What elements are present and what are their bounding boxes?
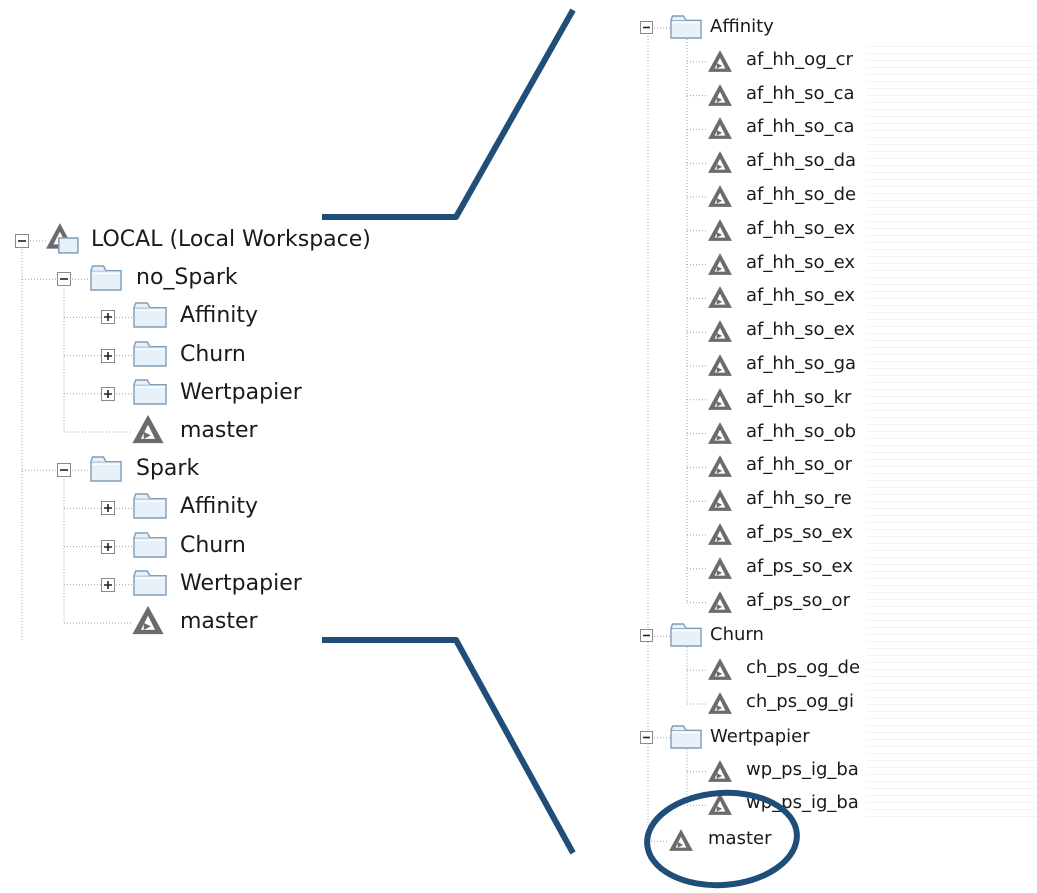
workflow-item-label[interactable]: wp_ps_ig_ba xyxy=(746,761,866,779)
folder-icon xyxy=(90,456,122,485)
workflow-icon xyxy=(707,453,733,482)
group-label-spark[interactable]: Spark xyxy=(136,458,199,480)
no_spark-collapse-toggle[interactable] xyxy=(57,272,71,289)
affinity-collapse-toggle-right[interactable] xyxy=(640,21,653,37)
workflow-icon xyxy=(131,412,165,449)
workspace-icon xyxy=(45,221,79,258)
workflow-icon xyxy=(707,487,733,516)
workflow-item-label[interactable]: af_hh_so_kr xyxy=(746,389,866,407)
wertpapier-expand-toggle[interactable] xyxy=(101,577,115,595)
workflow-icon xyxy=(707,690,733,719)
churn-expand-toggle[interactable] xyxy=(101,348,115,366)
folder-label-affinity[interactable]: Affinity xyxy=(710,18,774,36)
folder-icon xyxy=(670,623,702,650)
workflow-icon xyxy=(707,656,733,685)
root-collapse-toggle[interactable] xyxy=(15,234,29,251)
child-label-churn[interactable]: Churn xyxy=(180,343,246,366)
workflow-icon xyxy=(707,386,733,415)
workflow-item-label[interactable]: af_hh_so_re xyxy=(746,490,866,508)
workflow-item-label[interactable]: af_ps_so_ex xyxy=(746,558,866,576)
folder-icon xyxy=(133,570,167,599)
workflow-icon xyxy=(707,589,733,618)
churn-collapse-toggle-right[interactable] xyxy=(640,629,653,645)
workflow-item-label[interactable]: af_hh_so_ex xyxy=(746,220,866,238)
workflow-item-label[interactable]: af_hh_so_or xyxy=(746,456,866,474)
child-label-affinity[interactable]: Affinity xyxy=(180,305,258,327)
workflow-item-label[interactable]: af_hh_so_da xyxy=(746,152,866,170)
workflow-icon xyxy=(707,758,733,787)
wertpapier-expand-toggle[interactable] xyxy=(101,386,115,404)
workflow-icon xyxy=(707,521,733,550)
affinity-expand-toggle[interactable] xyxy=(101,501,115,518)
folder-icon xyxy=(133,340,167,370)
workflow-icon xyxy=(707,791,733,820)
workflow-item-label[interactable]: af_hh_so_ex xyxy=(746,321,866,339)
folder-icon xyxy=(133,379,167,408)
master-label-right[interactable]: master xyxy=(708,830,771,848)
wertpapier-collapse-toggle-right[interactable] xyxy=(640,730,653,747)
workflow-item-label[interactable]: af_ps_so_ex xyxy=(746,524,866,542)
workflow-item-label[interactable]: af_hh_so_ga xyxy=(746,355,866,373)
folder-icon xyxy=(90,265,122,294)
workflow-item-label[interactable]: af_hh_og_cr xyxy=(746,51,866,69)
child-label-wertpapier[interactable]: Wertpapier xyxy=(180,572,302,595)
churn-expand-toggle[interactable] xyxy=(101,539,115,557)
folder-icon xyxy=(670,15,702,42)
spark-collapse-toggle[interactable] xyxy=(57,463,71,480)
workflow-icon xyxy=(707,183,733,212)
folder-label-wertpapier[interactable]: Wertpapier xyxy=(710,727,810,746)
workflow-item-label[interactable]: ch_ps_og_gi xyxy=(746,693,866,711)
child-label-churn[interactable]: Churn xyxy=(180,534,246,557)
folder-icon xyxy=(133,531,167,561)
workflow-item-label[interactable]: af_ps_so_or xyxy=(746,592,866,610)
workflow-icon xyxy=(131,603,165,640)
folder-icon xyxy=(133,493,167,522)
workflow-icon xyxy=(707,48,733,77)
child-label-master[interactable]: master xyxy=(180,611,258,633)
workspace-tree-zoom-figure: LOCAL (Local Workspace) no_Spark Affinit… xyxy=(0,0,1037,893)
workflow-item-label[interactable]: wp_ps_ig_ba xyxy=(746,794,866,812)
workflow-icon xyxy=(707,115,733,144)
workflow-item-label[interactable]: af_hh_so_ca xyxy=(746,118,866,136)
workflow-icon xyxy=(707,318,733,347)
workflow-item-label[interactable]: ch_ps_og_de xyxy=(746,659,866,677)
group-label-no_spark[interactable]: no_Spark xyxy=(136,267,238,289)
workflow-icon xyxy=(707,149,733,178)
workflow-icon xyxy=(707,555,733,584)
folder-icon xyxy=(133,302,167,331)
workflow-item-label[interactable]: af_hh_so_ex xyxy=(746,287,866,305)
workflow-icon xyxy=(707,217,733,246)
workflow-item-label[interactable]: af_hh_so_de xyxy=(746,186,866,204)
workflow-icon xyxy=(707,420,733,449)
workflow-icon xyxy=(707,251,733,280)
root-label[interactable]: LOCAL (Local Workspace) xyxy=(91,229,371,251)
folder-icon xyxy=(670,725,702,752)
workflow-icon xyxy=(707,82,733,111)
child-label-affinity[interactable]: Affinity xyxy=(180,496,258,518)
workflow-icon xyxy=(668,827,694,856)
workflow-icon xyxy=(707,284,733,313)
workflow-item-label[interactable]: af_hh_so_ca xyxy=(746,85,866,103)
affinity-expand-toggle[interactable] xyxy=(101,310,115,327)
workflow-item-label[interactable]: af_hh_so_ob xyxy=(746,423,866,441)
workflow-item-label[interactable]: af_hh_so_ex xyxy=(746,254,866,272)
folder-label-churn[interactable]: Churn xyxy=(710,626,764,644)
child-label-wertpapier[interactable]: Wertpapier xyxy=(180,381,302,404)
child-label-master[interactable]: master xyxy=(180,420,258,442)
workflow-icon xyxy=(707,352,733,381)
